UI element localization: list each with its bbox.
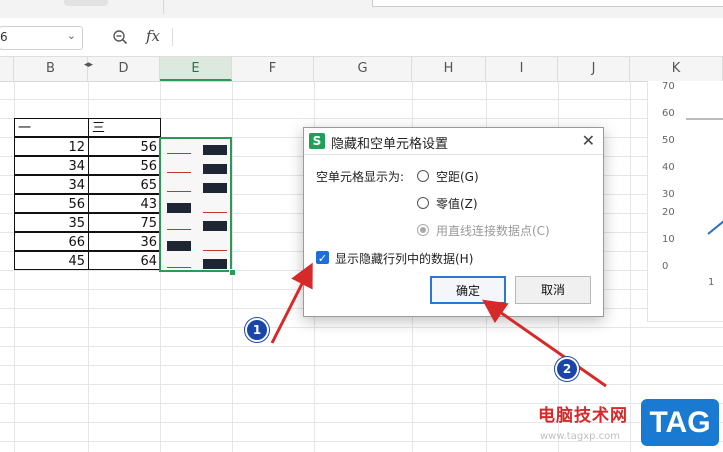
step-badge-1: 1 (245, 318, 269, 342)
name-box-value: 6 (0, 30, 8, 44)
column-header-d[interactable]: D (88, 57, 160, 81)
cancel-button[interactable]: 取消 (515, 276, 591, 304)
sparkline[interactable] (165, 181, 229, 197)
column-header-f[interactable]: F (232, 57, 314, 81)
table-header-cell[interactable]: 一 (14, 118, 89, 137)
hidden-empty-cells-dialog: S 隐藏和空单元格设置 ✕ 空单元格显示为: 空距(G) 零值(Z) 用直线连接… (303, 127, 604, 317)
radio-connect[interactable] (417, 224, 429, 236)
table-cell[interactable]: 56 (88, 156, 161, 175)
sparkline[interactable] (165, 143, 229, 159)
x-tick-label: 1 (708, 277, 715, 288)
table-cell[interactable]: 66 (14, 232, 89, 251)
table-cell[interactable]: 65 (88, 175, 161, 194)
radio-connect-label[interactable]: 用直线连接数据点(C) (436, 222, 550, 239)
chart-plot (686, 118, 723, 235)
chevron-down-icon[interactable]: ⌄ (67, 29, 76, 42)
app-logo-icon: S (309, 133, 325, 149)
sparkline[interactable] (165, 257, 229, 273)
toolbar-tab[interactable] (64, 0, 108, 6)
column-header-e[interactable]: E (160, 57, 232, 81)
show-hidden-checkbox[interactable]: ✓ (316, 251, 329, 265)
table-cell[interactable]: 12 (14, 137, 89, 156)
radio-zero[interactable] (417, 197, 429, 209)
table-cell[interactable]: 34 (14, 175, 89, 194)
dialog-titlebar[interactable]: S 隐藏和空单元格设置 ✕ (304, 128, 603, 155)
line-chart[interactable]: 70 60 50 40 30 20 10 0 1 (647, 81, 723, 322)
sparkline-range-selection[interactable] (159, 137, 232, 272)
table-cell[interactable]: 34 (14, 156, 89, 175)
watermark-logo: TAG (641, 399, 719, 446)
zoom-icon[interactable] (112, 29, 128, 45)
table-cell[interactable]: 35 (14, 213, 89, 232)
table-cell[interactable]: 75 (88, 213, 161, 232)
top-input[interactable] (372, 0, 723, 7)
watermark-url: www.tagxp.com (540, 431, 620, 442)
sparkline[interactable] (165, 162, 229, 178)
table-cell[interactable]: 45 (14, 251, 89, 270)
column-header: B ◂▸ D E F G H I J K (0, 57, 723, 82)
dialog-title: 隐藏和空单元格设置 (331, 137, 449, 152)
top-toolbar-strip (0, 0, 723, 19)
step-badge-2: 2 (555, 357, 579, 381)
formula-bar: 6 ⌄ fx (0, 18, 723, 57)
close-icon[interactable]: ✕ (582, 131, 595, 150)
sparkline[interactable] (165, 219, 229, 235)
table-cell[interactable]: 56 (88, 137, 161, 156)
table-cell[interactable]: 56 (14, 194, 89, 213)
column-header-g[interactable]: G (314, 57, 412, 81)
radio-gap-label[interactable]: 空距(G) (436, 168, 479, 185)
radio-gap[interactable] (417, 170, 429, 182)
table-cell[interactable]: 64 (88, 251, 161, 270)
column-header-i[interactable]: I (486, 57, 558, 81)
column-header-k[interactable]: K (630, 57, 723, 81)
ok-button[interactable]: 确定 (430, 276, 506, 304)
column-header-j[interactable]: J (558, 57, 630, 81)
column-header-h[interactable]: H (412, 57, 486, 81)
fx-icon[interactable]: fx (146, 27, 160, 45)
table-header-cell[interactable]: 三 (88, 118, 161, 137)
sparkline[interactable] (165, 238, 229, 254)
formula-divider (172, 28, 173, 46)
column-header-a[interactable] (0, 57, 14, 81)
watermark-text: 电脑技术网 (538, 406, 628, 426)
name-box[interactable]: 6 ⌄ (0, 26, 83, 50)
show-hidden-label[interactable]: 显示隐藏行列中的数据(H) (335, 250, 473, 267)
toolbar-divider (163, 0, 164, 14)
empty-cell-label: 空单元格显示为: (316, 170, 405, 184)
fill-handle[interactable] (229, 269, 236, 276)
radio-zero-label[interactable]: 零值(Z) (436, 195, 478, 212)
table-cell[interactable]: 43 (88, 194, 161, 213)
column-header-b[interactable]: B (14, 57, 88, 81)
sparkline[interactable] (165, 200, 229, 216)
table-cell[interactable]: 36 (88, 232, 161, 251)
